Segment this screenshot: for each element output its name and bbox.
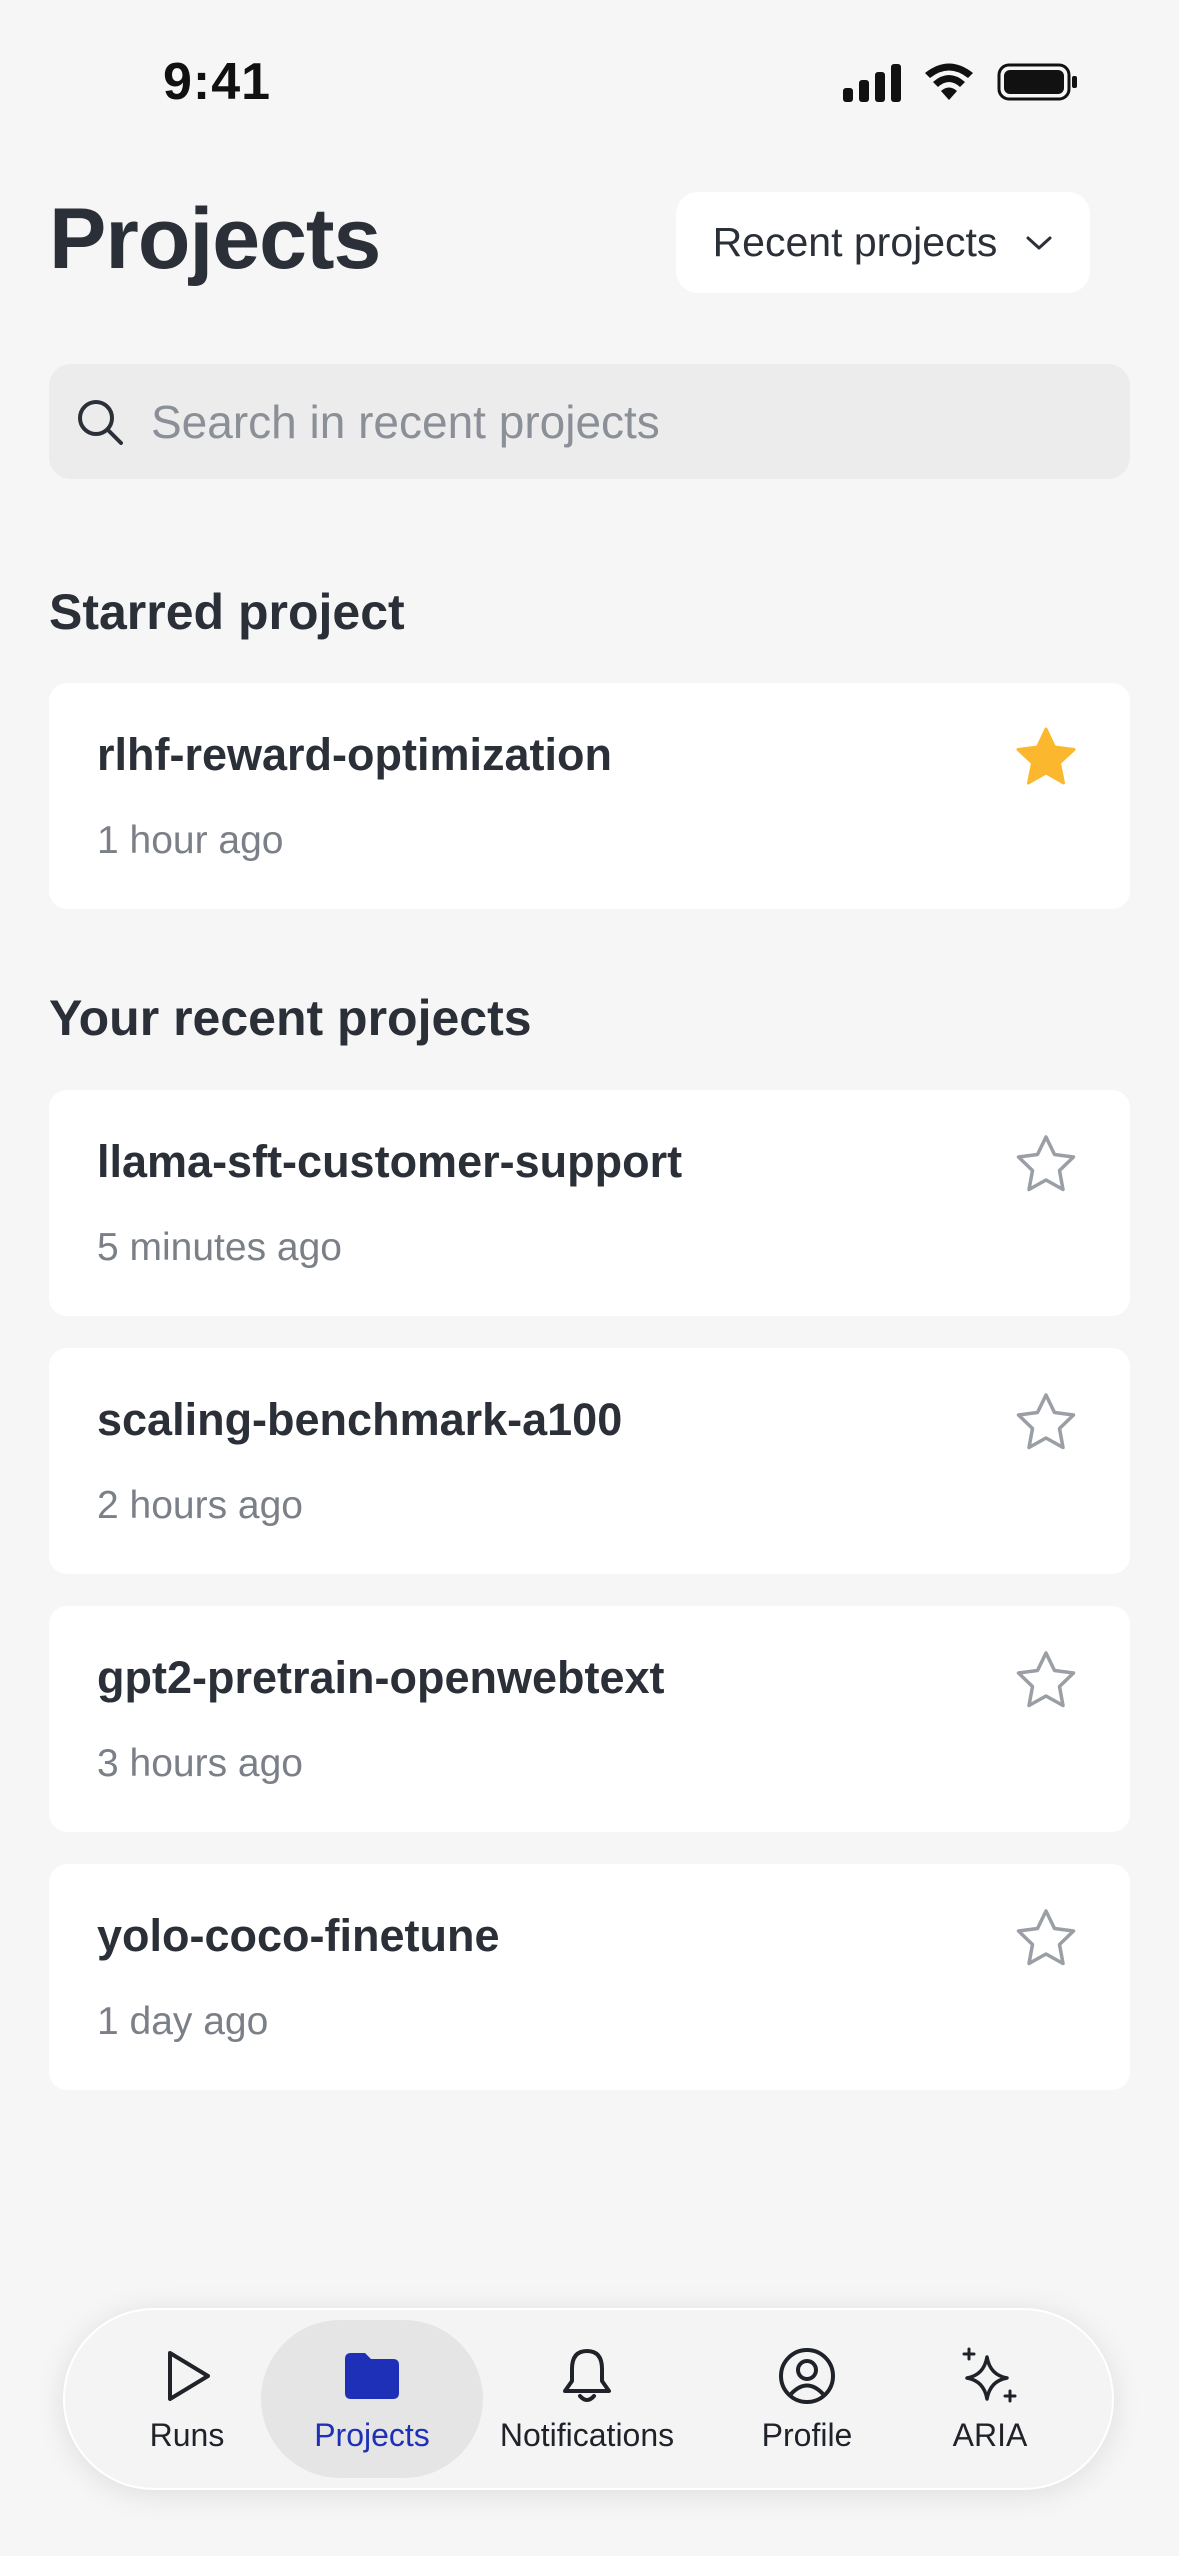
tab-notifications[interactable]: Notifications [487,2320,687,2478]
status-time: 9:41 [163,53,272,111]
search-input[interactable] [151,394,1051,449]
bottom-tab-bar: Runs Projects Notifications Profile ARIA [63,2308,1114,2490]
bell-icon [563,2348,611,2402]
star-outline-icon[interactable] [1014,1648,1078,1712]
wifi-icon [925,63,973,100]
play-icon [168,2350,210,2401]
star-outline-icon[interactable] [1014,1132,1078,1196]
tab-label: Profile [761,2416,853,2453]
cellular-signal-icon [843,62,901,102]
search-icon [78,399,123,445]
project-name: rlhf-reward-optimization [97,729,612,780]
status-icons [843,62,1079,102]
search-bar[interactable] [49,364,1130,479]
recent-project-card[interactable]: llama-sft-customer-support 5 minutes ago [49,1090,1130,1316]
project-name: gpt2-pretrain-openwebtext [97,1652,665,1703]
tab-label: Projects [314,2416,430,2453]
battery-icon [997,63,1077,101]
starred-project-card[interactable]: rlhf-reward-optimization 1 hour ago [49,683,1130,909]
recent-project-card[interactable]: scaling-benchmark-a100 2 hours ago [49,1348,1130,1574]
tab-label: Runs [149,2416,225,2453]
sort-dropdown-label: Recent projects [712,219,998,265]
projects-screen: 9:41 Projects Recent projects Search in … [0,0,1179,2556]
project-name: yolo-coco-finetune [97,1910,500,1961]
recent-section-heading: Your recent projects [49,990,532,1046]
project-updated-time: 2 hours ago [97,1484,303,1527]
recent-project-card[interactable]: yolo-coco-finetune 1 day ago [49,1864,1130,2090]
starred-section-heading: Starred project [49,584,405,640]
status-bar: 9:41 [0,0,1179,150]
tab-profile[interactable]: Profile [737,2320,877,2478]
tab-runs[interactable]: Runs [117,2320,257,2478]
star-filled-icon[interactable] [1014,725,1078,789]
profile-icon [779,2347,835,2404]
tab-aria[interactable]: ARIA [925,2320,1055,2478]
project-name: scaling-benchmark-a100 [97,1394,623,1445]
recent-project-card[interactable]: gpt2-pretrain-openwebtext 3 hours ago [49,1606,1130,1832]
page-title: Projects [49,191,381,287]
sparkle-icon [962,2347,1017,2402]
chevron-down-icon [1026,236,1052,249]
star-outline-icon[interactable] [1014,1906,1078,1970]
project-updated-time: 3 hours ago [97,1742,303,1785]
tab-label: Notifications [499,2416,675,2453]
project-updated-time: 1 hour ago [97,819,284,862]
tab-projects[interactable]: Projects [261,2320,483,2478]
sort-dropdown-button[interactable]: Recent projects [676,192,1090,293]
project-updated-time: 1 day ago [97,2000,269,2043]
folder-icon [345,2352,399,2399]
star-outline-icon[interactable] [1014,1390,1078,1454]
project-updated-time: 5 minutes ago [97,1226,342,1269]
tab-label: ARIA [952,2416,1028,2453]
project-name: llama-sft-customer-support [97,1136,683,1187]
